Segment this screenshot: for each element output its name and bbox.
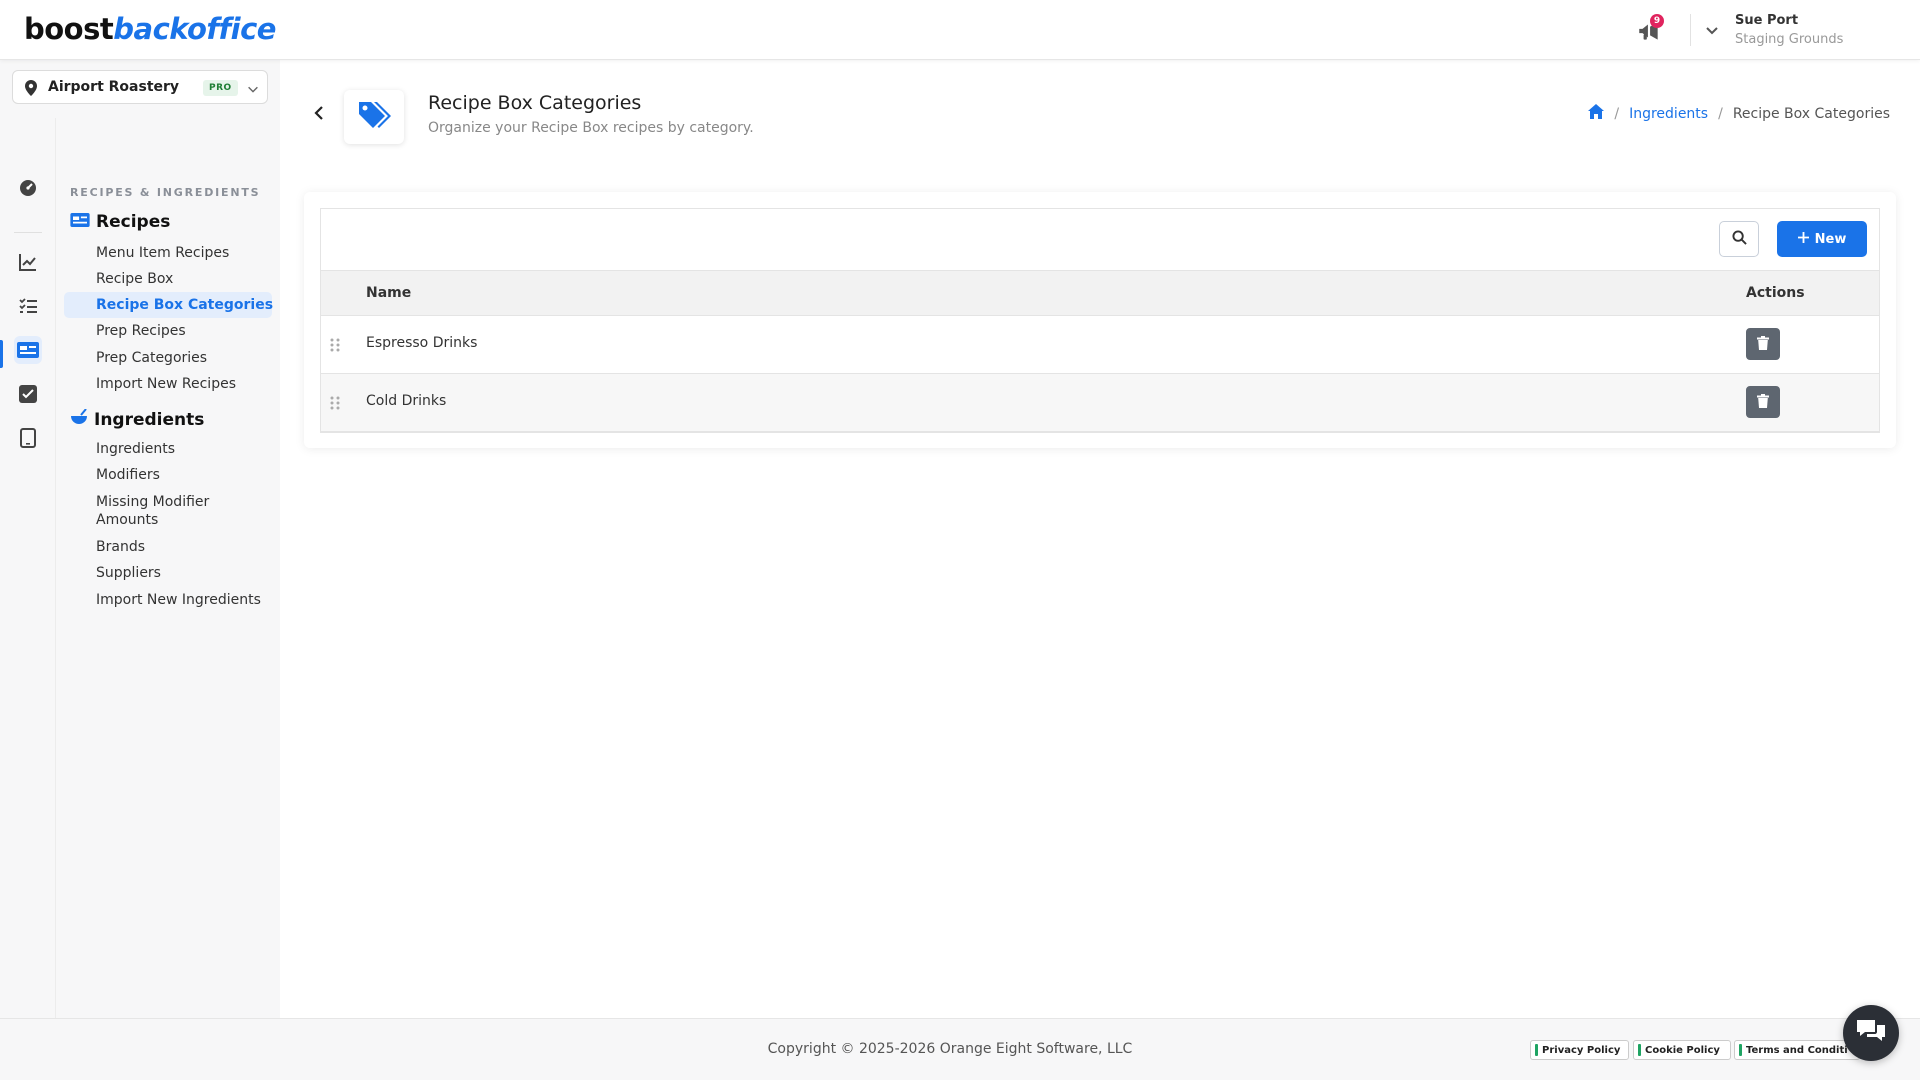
row-category-name[interactable]: Espresso Drinks [366, 335, 477, 351]
sidebar-item-recipe-box-categories[interactable]: Recipe Box Categories [96, 296, 276, 314]
icon-rail [0, 118, 56, 1054]
user-name[interactable]: Sue Port [1735, 13, 1798, 28]
column-header-name[interactable]: Name [366, 285, 411, 301]
sidebar-item-menu-item-recipes[interactable]: Menu Item Recipes [96, 244, 276, 262]
sidebar-item-prep-recipes[interactable]: Prep Recipes [96, 322, 276, 340]
checkbox-icon[interactable] [14, 380, 42, 408]
menu-group-label: Recipes [96, 212, 171, 232]
footer: Copyright © 2025-2026 Orange Eight Softw… [0, 1018, 1920, 1080]
shield-icon [1535, 1044, 1538, 1056]
recipe-card-icon [70, 212, 90, 232]
trash-icon [1757, 393, 1769, 412]
breadcrumb-link-ingredients[interactable]: Ingredients [1629, 106, 1708, 122]
terms-label: Terms and Conditi [1746, 1044, 1848, 1056]
menu-section-title: RECIPES & INGREDIENTS [70, 186, 261, 199]
tablet-icon[interactable] [14, 424, 42, 452]
chat-bubbles-icon [1855, 1017, 1887, 1049]
page-title: Recipe Box Categories [428, 92, 642, 114]
pro-badge: PRO [203, 80, 238, 96]
recipe-card-icon[interactable] [14, 336, 42, 364]
sidebar-item-import-new-ingredients[interactable]: Import New Ingredients [96, 591, 276, 609]
table-row[interactable]: Cold Drinks [321, 374, 1879, 432]
table-row[interactable]: Espresso Drinks [321, 316, 1879, 374]
sidebar-item-modifiers[interactable]: Modifiers [96, 466, 276, 484]
categories-table: New Name Actions Espresso Drinks Cold Dr… [320, 208, 1880, 433]
back-arrow-icon[interactable] [310, 104, 328, 122]
header-divider [1690, 14, 1691, 46]
breadcrumb-separator: / [1718, 105, 1723, 122]
search-button[interactable] [1719, 221, 1759, 257]
sidebar-item-import-new-recipes[interactable]: Import New Recipes [96, 375, 276, 393]
user-organization: Staging Grounds [1735, 32, 1844, 47]
search-icon [1731, 229, 1747, 249]
cookie-policy-link[interactable]: Cookie Policy [1633, 1040, 1731, 1060]
ingredients-bowl-icon [70, 408, 88, 430]
sidebar: Airport Roastery PRO RECIPES & INGREDIEN… [0, 60, 280, 1054]
categories-card: New Name Actions Espresso Drinks Cold Dr… [304, 192, 1896, 448]
rail-divider [14, 232, 42, 233]
checklist-icon[interactable] [14, 292, 42, 320]
trash-icon [1757, 335, 1769, 354]
main-content: Recipe Box Categories Organize your Reci… [280, 60, 1920, 1018]
cookie-policy-label: Cookie Policy [1645, 1044, 1720, 1056]
breadcrumb: / Ingredients / Recipe Box Categories [1588, 104, 1890, 123]
tags-icon [357, 100, 391, 134]
delete-button[interactable] [1746, 328, 1780, 360]
menu-group-label: Ingredients [94, 409, 205, 430]
sidebar-item-recipe-box[interactable]: Recipe Box [96, 270, 276, 288]
breadcrumb-current: Recipe Box Categories [1732, 105, 1890, 122]
privacy-policy-label: Privacy Policy [1542, 1044, 1621, 1056]
drag-handle-icon[interactable] [329, 395, 341, 411]
logo-text-boost: boost [24, 12, 114, 46]
drag-handle-icon[interactable] [329, 337, 341, 353]
page-subtitle: Organize your Recipe Box recipes by cate… [428, 120, 754, 136]
shield-icon [1638, 1044, 1641, 1056]
notification-badge: 9 [1650, 14, 1664, 28]
sidebar-item-prep-categories[interactable]: Prep Categories [96, 349, 276, 367]
new-category-button[interactable]: New [1777, 221, 1867, 257]
dashboard-icon[interactable] [14, 174, 42, 202]
chart-line-icon[interactable] [14, 248, 42, 276]
home-icon[interactable] [1588, 104, 1605, 123]
app-logo[interactable]: boostbackoffice [24, 12, 276, 46]
privacy-policy-link[interactable]: Privacy Policy [1530, 1040, 1629, 1060]
menu-group-ingredients[interactable]: Ingredients [70, 408, 205, 430]
shield-icon [1739, 1044, 1742, 1056]
table-header: Name Actions [321, 270, 1879, 316]
location-name: Airport Roastery [48, 79, 180, 95]
row-category-name[interactable]: Cold Drinks [366, 393, 446, 409]
logo-text-backoffice: backoffice [113, 12, 276, 46]
chevron-down-icon[interactable] [1704, 22, 1720, 38]
sidebar-item-ingredients[interactable]: Ingredients [96, 440, 276, 458]
chevron-down-icon [246, 81, 260, 95]
breadcrumb-separator: / [1614, 105, 1620, 122]
terms-link[interactable]: Terms and Conditi [1734, 1040, 1860, 1060]
location-selector[interactable]: Airport Roastery PRO [12, 70, 268, 104]
chat-button[interactable] [1843, 1005, 1899, 1061]
plus-icon [1797, 231, 1809, 247]
sidebar-item-suppliers[interactable]: Suppliers [96, 564, 276, 582]
column-header-actions: Actions [1746, 285, 1805, 301]
delete-button[interactable] [1746, 386, 1780, 418]
page-icon-container [344, 90, 404, 144]
map-pin-icon [24, 80, 38, 96]
sidebar-item-brands[interactable]: Brands [96, 538, 276, 556]
rail-active-indicator [0, 340, 3, 368]
menu-group-recipes[interactable]: Recipes [70, 212, 170, 232]
new-button-label: New [1814, 231, 1847, 247]
sidebar-item-missing-modifier-amounts[interactable]: Missing Modifier Amounts [96, 493, 226, 529]
top-header: boostbackoffice 9 Sue Port Staging Groun… [0, 0, 1920, 60]
